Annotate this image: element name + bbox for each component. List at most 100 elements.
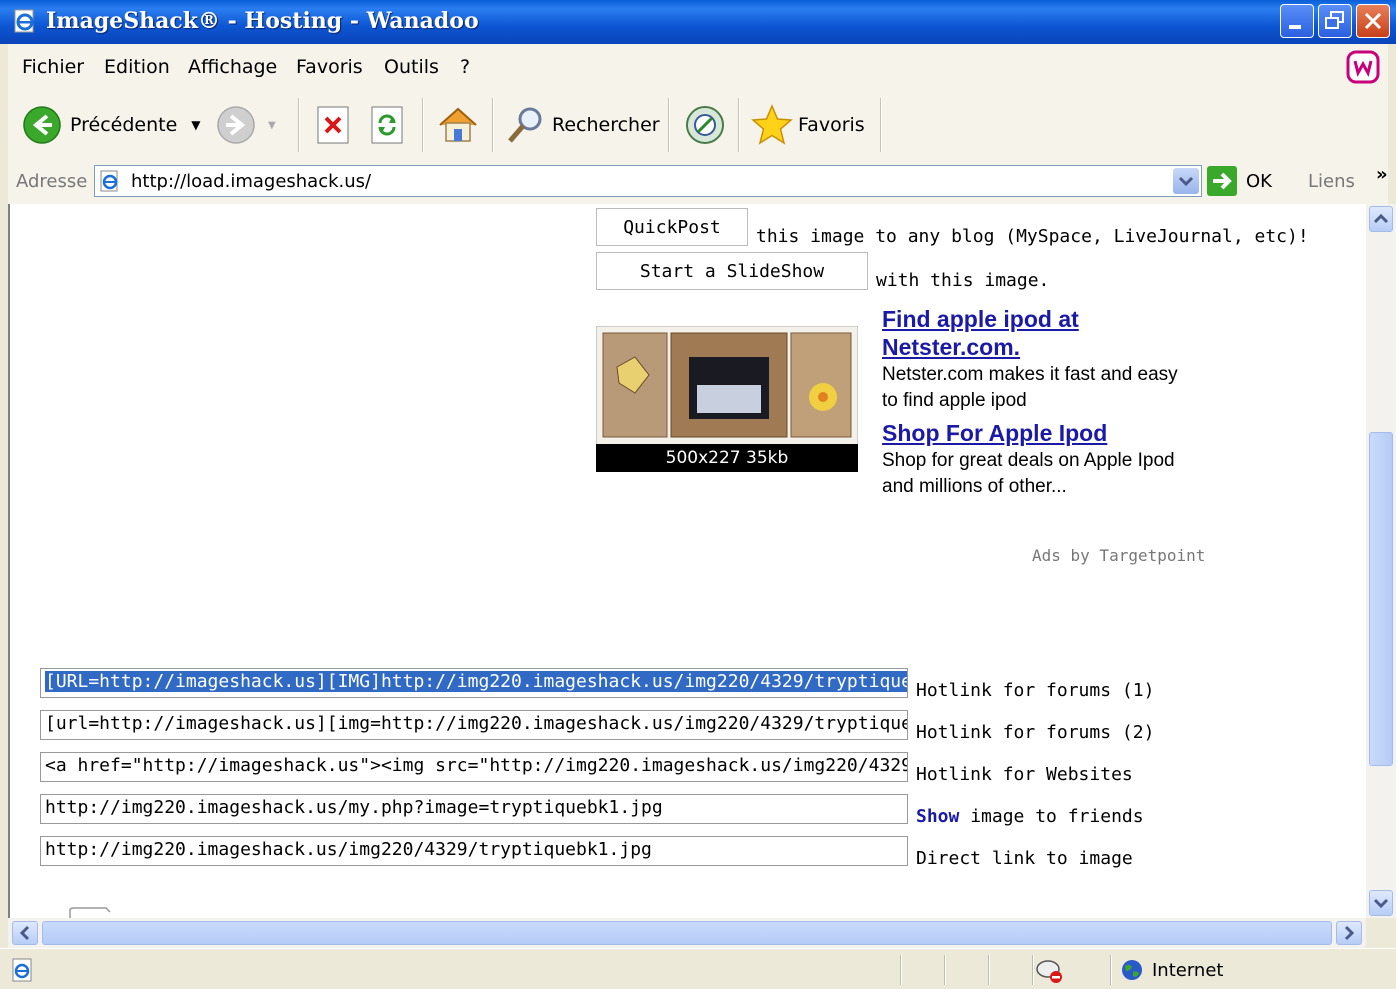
address-label: Adresse — [16, 171, 88, 192]
scroll-left-button[interactable] — [12, 921, 38, 945]
scrollbar-corner — [1366, 918, 1396, 948]
favorites-label: Favoris — [798, 114, 865, 136]
restore-button[interactable] — [1318, 4, 1352, 38]
ad-1-title-line1[interactable]: Find apple ipod at — [882, 306, 1079, 333]
home-button[interactable] — [436, 90, 480, 160]
direct-link-value: http://img220.imageshack.us/img220/4329/… — [45, 839, 652, 860]
hotlink-forums-2-value: [url=http://imageshack.us][img=http://im… — [45, 713, 907, 734]
star-icon — [751, 104, 793, 145]
zone-label: Internet — [1152, 959, 1224, 981]
ad-1-desc-line2: to find apple ipod — [882, 390, 1027, 411]
ad-1-title-line2[interactable]: Netster.com. — [882, 334, 1020, 361]
page-content: QuickPost this image to any blog (MySpac… — [8, 204, 1366, 920]
home-icon — [439, 107, 477, 142]
menu-favoris[interactable]: Favoris — [296, 56, 363, 78]
close-button[interactable] — [1356, 4, 1390, 38]
slideshow-button[interactable]: Start a SlideShow — [596, 252, 868, 290]
back-label: Précédente — [70, 114, 178, 136]
more-chevron-icon[interactable]: » — [1376, 164, 1388, 185]
quickpost-text: this image to any blog (MySpace, LiveJou… — [756, 226, 1309, 247]
status-page-icon — [12, 958, 32, 982]
go-button[interactable]: OK — [1206, 165, 1272, 197]
hotlink-forums-1-label: Hotlink for forums (1) — [916, 680, 1155, 701]
favorites-button[interactable]: Favoris — [750, 90, 865, 160]
back-dropdown-icon[interactable]: ▼ — [191, 118, 200, 132]
menu-affichage[interactable]: Affichage — [188, 56, 277, 78]
title-bar: ImageShack® - Hosting - Wanadoo — [0, 0, 1396, 44]
toolbar: Précédente ▼ ▼ Rechercher Favoris — [8, 90, 1388, 161]
hotlink-websites-field[interactable]: <a href="http://imageshack.us"><img src=… — [40, 752, 908, 782]
search-label: Rechercher — [552, 114, 660, 136]
window-title: ImageShack® - Hosting - Wanadoo — [46, 8, 479, 34]
stop-icon — [317, 106, 349, 144]
restore-icon — [1325, 11, 1344, 29]
address-dropdown-button[interactable] — [1173, 168, 1199, 194]
menu-edition[interactable]: Edition — [104, 56, 170, 78]
close-icon — [1364, 12, 1382, 30]
back-button[interactable]: Précédente ▼ — [22, 90, 201, 160]
ads-by-label[interactable]: Ads by Targetpoint — [1032, 546, 1205, 565]
chevron-down-icon — [1178, 176, 1194, 187]
vertical-scroll-thumb[interactable] — [1369, 432, 1393, 766]
show-friends-label: Show image to friends — [916, 806, 1144, 827]
chevron-left-icon — [19, 925, 30, 941]
chevron-right-icon — [1344, 925, 1355, 941]
back-arrow-icon — [23, 106, 61, 144]
menu-outils[interactable]: Outils — [384, 56, 439, 78]
ad-1-desc-line1: Netster.com makes it fast and easy — [882, 364, 1178, 385]
show-link[interactable]: Show — [916, 806, 959, 827]
globe-icon — [1122, 960, 1142, 980]
chevron-up-icon — [1373, 213, 1389, 224]
hotlink-websites-value: <a href="http://imageshack.us"><img src=… — [45, 755, 907, 776]
popup-blocked-icon[interactable] — [1034, 957, 1066, 985]
hotlink-forums-1-value: [URL=http://imageshack.us][IMG]http://im… — [45, 671, 907, 692]
ie-page-icon — [14, 9, 34, 33]
vertical-scrollbar[interactable] — [1366, 204, 1396, 920]
go-arrow-icon — [1207, 166, 1237, 196]
scroll-up-button[interactable] — [1369, 206, 1393, 232]
ad-2-desc-line2: and millions of other... — [882, 476, 1067, 497]
refresh-icon — [371, 106, 403, 144]
direct-link-label: Direct link to image — [916, 848, 1133, 869]
horizontal-scrollbar[interactable] — [8, 918, 1366, 948]
forward-dropdown-icon: ▼ — [268, 119, 276, 131]
status-bar: Internet — [0, 948, 1396, 989]
hotlink-forums-2-label: Hotlink for forums (2) — [916, 722, 1155, 743]
chevron-down-icon — [1373, 898, 1389, 909]
minimize-icon — [1289, 25, 1301, 29]
hotlink-forums-1-field[interactable]: [URL=http://imageshack.us][IMG]http://im… — [40, 668, 908, 698]
show-friends-field[interactable]: http://img220.imageshack.us/my.php?image… — [40, 794, 908, 824]
security-zone[interactable]: Internet — [1120, 958, 1223, 982]
quickpost-button[interactable]: QuickPost — [596, 208, 748, 246]
triptych-image — [597, 327, 857, 445]
ie-page-icon — [100, 170, 118, 192]
forward-arrow-icon — [217, 106, 255, 144]
horizontal-scroll-thumb[interactable] — [42, 921, 1332, 945]
search-icon — [508, 107, 542, 143]
hotlink-forums-2-field[interactable]: [url=http://imageshack.us][img=http://im… — [40, 710, 908, 740]
address-input[interactable]: http://load.imageshack.us/ — [94, 165, 1202, 197]
address-bar: Adresse http://load.imageshack.us/ OK Li… — [8, 160, 1388, 205]
scroll-down-button[interactable] — [1369, 890, 1393, 916]
minimize-button[interactable] — [1280, 4, 1314, 38]
address-url: http://load.imageshack.us/ — [131, 171, 372, 192]
direct-link-field[interactable]: http://img220.imageshack.us/img220/4329/… — [40, 836, 908, 866]
go-label: OK — [1246, 170, 1272, 192]
hotlink-websites-label: Hotlink for Websites — [916, 764, 1133, 785]
menu-bar: Fichier Edition Affichage Favoris Outils… — [8, 44, 1388, 91]
show-friends-label-rest: image to friends — [959, 806, 1144, 827]
refresh-button[interactable] — [370, 90, 404, 160]
forward-button[interactable]: ▼ — [216, 90, 276, 160]
media-button[interactable] — [684, 90, 726, 160]
thumbnail-caption: 500x227 35kb — [596, 444, 858, 472]
scroll-right-button[interactable] — [1336, 921, 1362, 945]
media-icon — [686, 106, 724, 144]
wanadoo-logo — [1346, 50, 1380, 84]
stop-button[interactable] — [316, 90, 350, 160]
slideshow-text: with this image. — [876, 270, 1050, 291]
menu-fichier[interactable]: Fichier — [22, 56, 84, 78]
links-button[interactable]: Liens — [1308, 171, 1355, 192]
search-button[interactable]: Rechercher — [504, 90, 660, 160]
ad-2-title[interactable]: Shop For Apple Ipod — [882, 420, 1107, 447]
menu-help[interactable]: ? — [460, 56, 470, 78]
